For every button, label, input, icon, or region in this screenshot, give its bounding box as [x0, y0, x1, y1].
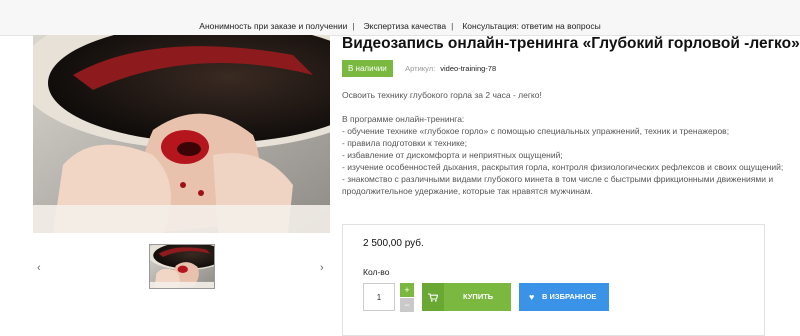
chevron-right-icon[interactable]: › [320, 262, 324, 274]
product-title: Видеозапись онлайн-тренинга «Глубокий го… [342, 35, 800, 52]
product-main-image[interactable] [33, 35, 330, 233]
nav-link-consultation[interactable]: Консультация: ответим на вопросы [462, 21, 600, 31]
product-info: Видеозапись онлайн-тренинга «Глубокий го… [342, 34, 800, 196]
top-bar: Анонимность при заказе и получении | Экспе… [0, 0, 800, 36]
buy-button[interactable]: КУПИТЬ [422, 283, 511, 311]
description-item: - изучение особенностей дыхания, раскрыт… [342, 162, 784, 172]
description-item: - знакомство с различными видами глубоко… [342, 174, 774, 196]
quantity-decrease-button[interactable]: − [400, 298, 414, 312]
gallery-thumbnails: ‹ › [33, 240, 330, 290]
top-nav: Анонимность при заказе и получении | Экспе… [0, 21, 800, 31]
quantity-label: Кол-во [363, 267, 390, 277]
sku-label: Артикул: [405, 64, 436, 74]
description-item: - обучение технике «глубокое горло» с по… [342, 126, 730, 136]
sku: Артикул: video-training-78 [405, 64, 496, 73]
product-description: Освоить технику глубокого горла за 2 час… [342, 89, 787, 197]
stock-badge: В наличии [342, 60, 393, 78]
description-item: - правила подготовки к технике; [342, 138, 468, 148]
thumbnail-image[interactable] [149, 244, 215, 289]
nav-link-quality[interactable]: Экспертиза качества [364, 21, 447, 31]
product-photo [33, 35, 330, 233]
product-price: 2 500,00 руб. [363, 238, 424, 249]
nav-separator: | [451, 21, 454, 31]
quantity-input[interactable] [363, 283, 395, 311]
quantity-increase-button[interactable]: + [400, 283, 414, 297]
nav-separator: | [352, 21, 355, 31]
buy-button-label: КУПИТЬ [463, 292, 494, 301]
add-to-favorites-button[interactable]: ♥ В ИЗБРАННОЕ [519, 283, 609, 311]
description-lead: Освоить технику глубокого горла за 2 час… [342, 90, 542, 100]
nav-link-anonymity[interactable]: Анонимность при заказе и получении [199, 21, 347, 31]
heart-icon: ♥ [529, 292, 535, 302]
description-intro: В программе онлайн-тренинга: [342, 114, 465, 124]
description-item: - избавление от дискомфорта и неприятных… [342, 150, 563, 160]
chevron-left-icon[interactable]: ‹ [37, 262, 41, 274]
product-meta: В наличии Артикул: video-training-78 [342, 60, 496, 78]
product-thumbnail [150, 245, 214, 288]
buy-box: 2 500,00 руб. Кол-во + − КУПИТЬ ♥ В ИЗБР… [342, 224, 765, 336]
cart-icon [422, 283, 444, 311]
favorites-button-label: В ИЗБРАННОЕ [542, 292, 597, 301]
sku-value: video-training-78 [440, 64, 497, 74]
